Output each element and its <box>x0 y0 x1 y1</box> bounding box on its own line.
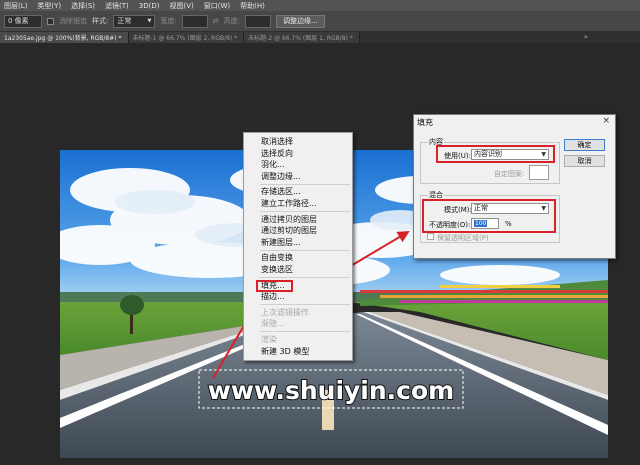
ok-button[interactable]: 确定 <box>564 139 605 151</box>
context-menu-item-fill[interactable]: 填充... <box>244 279 352 292</box>
style-select[interactable]: 正常 ▼ <box>113 14 156 28</box>
swap-icon[interactable]: ⇄ <box>213 17 219 25</box>
menu-separator <box>260 331 350 333</box>
context-menu: 取消选择选择反向羽化... 调整边缘... 存储选区... 建立工作路径... 通过拷贝… <box>243 132 353 362</box>
context-menu-item-label: 渲染 <box>261 334 277 344</box>
menu-item[interactable]: 视图(V) <box>169 1 193 11</box>
tabs-overflow-icon[interactable]: » <box>584 33 588 41</box>
menu-separator <box>260 211 350 213</box>
options-bar: 0 像素 消除锯齿 样式: 正常 ▼ 宽度: ⇄ 高度: 调整边缘... <box>0 11 640 32</box>
width-label: 宽度: <box>160 17 177 25</box>
menu-separator <box>260 183 350 185</box>
menu-separator <box>260 304 350 306</box>
context-menu-item-label: 存储选区... <box>261 187 301 197</box>
context-menu-item-label: 调整边缘... <box>261 171 301 181</box>
document-tabs: 1a2305ae.jpg @ 100%(背景, RGB/8#) * 未标题-1 @… <box>0 32 640 43</box>
menu-bar: 图层(L) 类型(Y) 选择(S) 滤镜(T) 3D(D) 视图(V) 窗口(W) 帮助(H) <box>0 0 640 11</box>
context-menu-item-label: 新建 3D 模型 <box>261 346 310 356</box>
opacity-value: 100 <box>474 220 488 227</box>
context-menu-item[interactable]: 建立工作路径... <box>244 198 352 210</box>
close-icon[interactable]: × <box>602 116 610 126</box>
custom-pattern-swatch[interactable] <box>529 165 549 180</box>
context-menu-item: 渐隐... <box>244 318 352 330</box>
document-tab[interactable]: 1a2305ae.jpg @ 100%(背景, RGB/8#) * <box>0 32 129 43</box>
document-tab[interactable]: 未标题-2 @ 66.7% (图层 1, RGB/8) * <box>244 32 360 43</box>
dialog-title: 填充 <box>417 118 433 127</box>
context-menu-item-label: 描边... <box>261 292 285 302</box>
watermark-text: www.shuiyin.com <box>208 376 454 405</box>
menu-separator <box>260 249 350 251</box>
preserve-transparency-checkbox[interactable] <box>427 233 434 240</box>
menu-item[interactable]: 滤镜(T) <box>105 1 129 11</box>
context-menu-item[interactable]: 取消选择 <box>244 136 352 148</box>
opacity-input[interactable]: 100 <box>471 218 499 229</box>
context-menu-item[interactable]: 自由变换 <box>244 252 352 264</box>
context-menu-item-label: 建立工作路径... <box>261 198 317 208</box>
height-input[interactable] <box>244 14 271 28</box>
context-menu-item-label: 选择反向 <box>261 148 293 158</box>
context-menu-item[interactable]: 通过拷贝的图层 <box>244 214 352 226</box>
height-label: 高度: <box>223 17 240 25</box>
antialias-label: 消除锯齿 <box>59 17 87 25</box>
custom-pattern-label: 自定图案: <box>494 170 525 178</box>
menu-item[interactable]: 选择(S) <box>71 1 95 11</box>
width-input[interactable] <box>181 14 208 28</box>
context-menu-item[interactable]: 羽化... <box>244 159 352 171</box>
use-highlight <box>436 145 555 163</box>
cancel-button[interactable]: 取消 <box>564 155 605 167</box>
context-menu-item[interactable]: 新建 3D 模型 <box>244 346 352 358</box>
context-menu-item-label: 变换选区 <box>261 264 293 274</box>
context-menu-item-label: 取消选择 <box>261 137 293 146</box>
context-menu-item[interactable]: 选择反向 <box>244 148 352 160</box>
menu-item[interactable]: 3D(D) <box>139 2 160 10</box>
refine-edge-button[interactable]: 调整边缘... <box>275 14 325 28</box>
context-menu-item[interactable]: 新建图层... <box>244 237 352 249</box>
context-menu-item: 上次滤镜操作 <box>244 307 352 319</box>
context-menu-item-label: 新建图层... <box>261 237 301 247</box>
context-menu-item[interactable]: 通过剪切的图层 <box>244 225 352 237</box>
menu-item[interactable]: 图层(L) <box>4 1 27 11</box>
context-menu-item[interactable]: 调整边缘... <box>244 171 352 183</box>
menu-item[interactable]: 类型(Y) <box>37 1 61 11</box>
context-menu-item-label: 渐隐... <box>261 319 285 329</box>
menu-item[interactable]: 窗口(W) <box>204 1 230 11</box>
chevron-down-icon: ▼ <box>147 18 152 24</box>
menu-separator <box>260 277 350 279</box>
style-value: 正常 <box>117 17 132 25</box>
fill-highlight <box>256 279 293 292</box>
context-menu-item-label: 通过拷贝的图层 <box>261 214 317 224</box>
preserve-transparency-label: 保留透明区域(P) <box>437 234 489 242</box>
context-menu-item[interactable]: 存储选区... <box>244 186 352 198</box>
feather-input[interactable]: 0 像素 <box>4 14 42 28</box>
fill-dialog: 填充 × 内容 使用(U): 内容识别 ▼ 自定图案: 混合 模式(M): 正常… <box>413 114 616 259</box>
context-menu-item[interactable]: 描边... <box>244 291 352 303</box>
context-menu-item-label: 自由变换 <box>261 253 293 263</box>
style-label: 样式: <box>92 17 109 25</box>
context-menu-item-label: 通过剪切的图层 <box>261 226 317 236</box>
menu-item[interactable]: 帮助(H) <box>240 1 265 11</box>
context-menu-item: 渲染 <box>244 334 352 346</box>
context-menu-item-label: 羽化... <box>261 160 285 170</box>
context-menu-item[interactable]: 变换选区 <box>244 264 352 276</box>
context-menu-item-label: 上次滤镜操作 <box>261 307 309 317</box>
antialias-checkbox[interactable] <box>47 17 54 25</box>
document-tab[interactable]: 未标题-1 @ 66.7% (图层 2, RGB/8) * <box>128 32 245 43</box>
